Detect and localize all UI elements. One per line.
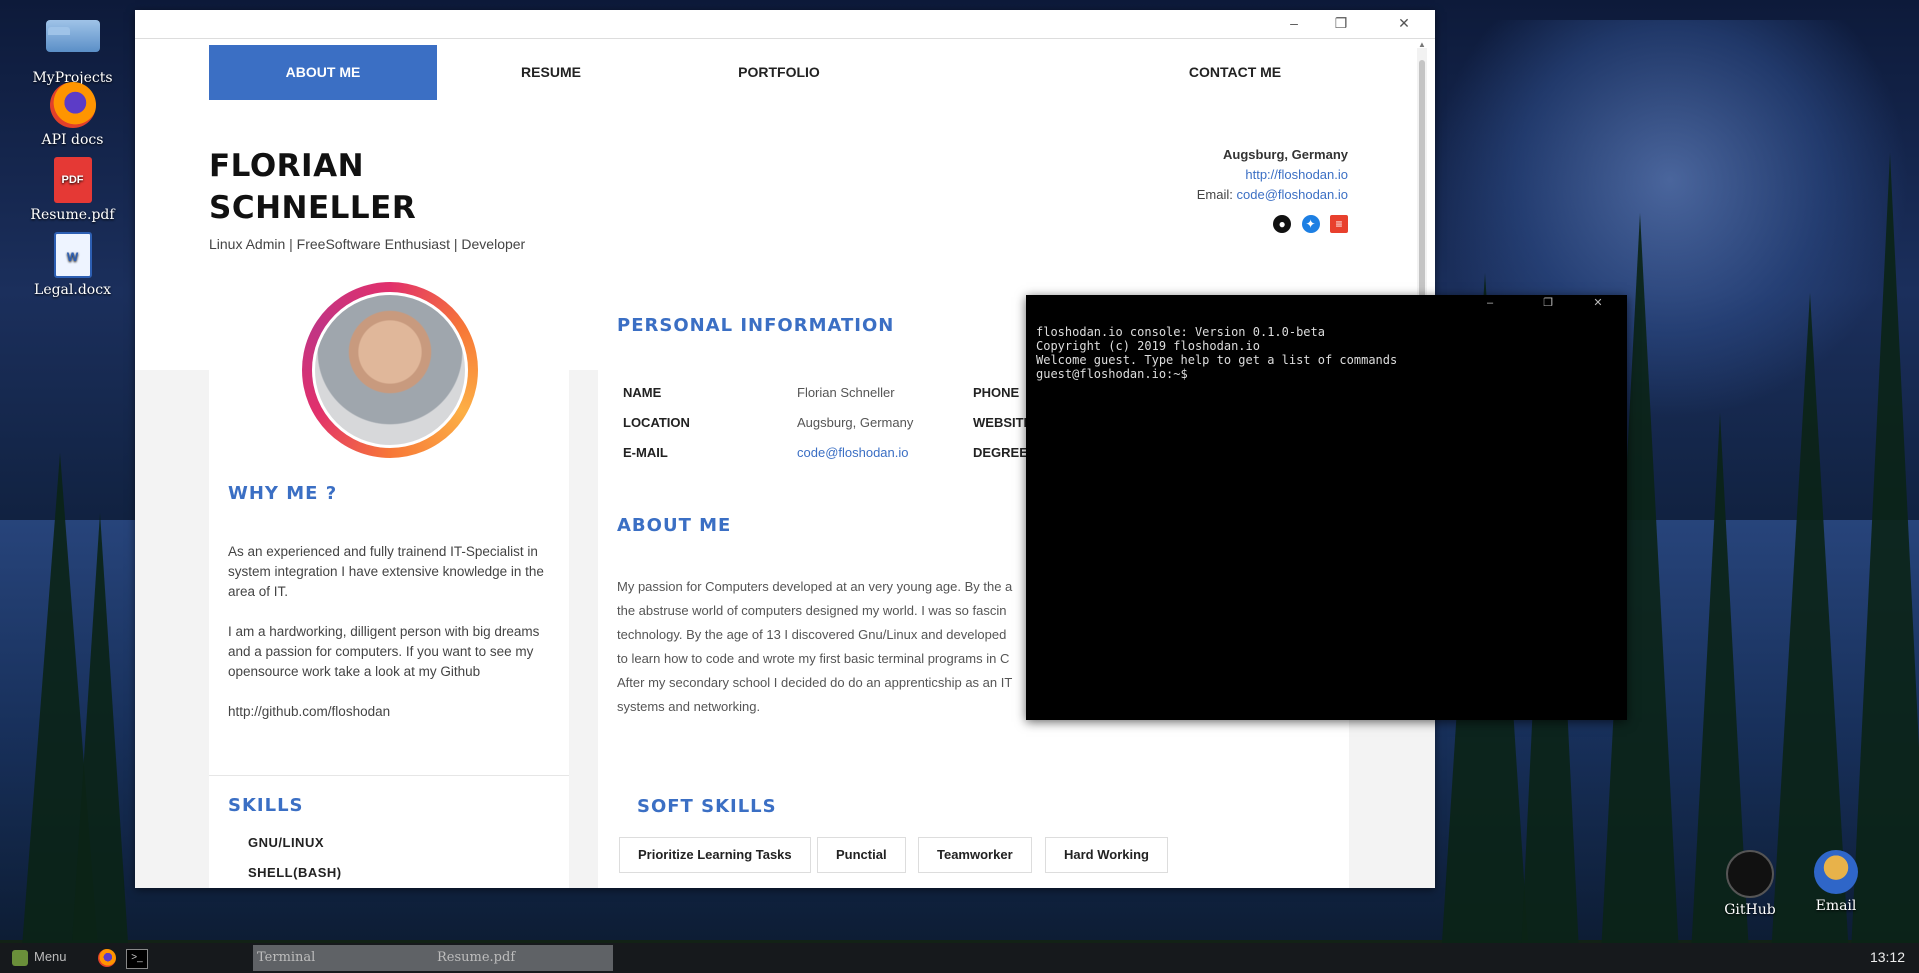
contact-website-link[interactable]: http://floshodan.io: [1245, 167, 1348, 182]
menu-icon: [12, 949, 28, 966]
taskbar: Menu >_ Terminal Resume.pdf 13:12: [0, 943, 1919, 973]
nav-portfolio[interactable]: PORTFOLIO: [665, 45, 893, 100]
info-name-value: Florian Schneller: [797, 385, 895, 400]
about-line: to learn how to code and wrote my first …: [617, 651, 1010, 666]
desktop-icon-label: GitHub: [1724, 902, 1776, 918]
desktop-icon-label: API docs: [41, 132, 104, 148]
terminal-line: Welcome guest. Type help to get a list o…: [1036, 353, 1398, 367]
window-titlebar[interactable]: – ❐ ✕: [135, 10, 1435, 39]
about-line: technology. By the age of 13 I discovere…: [617, 627, 1007, 642]
nav-about-me[interactable]: ABOUT ME: [209, 45, 437, 100]
close-icon[interactable]: ✕: [1589, 295, 1607, 311]
github-url-text[interactable]: http://github.com/floshodan: [228, 702, 548, 722]
desktop-icon-legal-docx[interactable]: W Legal.docx: [20, 232, 125, 298]
why-paragraph: As an experienced and fully trainend IT-…: [228, 544, 544, 599]
profile-name: FLORIAN SCHNELLER: [209, 145, 416, 229]
info-phone-label: PHONE: [973, 385, 1020, 400]
restore-icon[interactable]: ❐: [1539, 295, 1557, 311]
about-me-title: ABOUT ME: [617, 515, 732, 536]
taskbar-item-resume[interactable]: Resume.pdf: [433, 945, 613, 971]
name-first: FLORIAN: [209, 148, 365, 184]
desktop-icon-label: Resume.pdf: [30, 207, 115, 223]
firefox-icon[interactable]: [98, 949, 116, 967]
about-line: My passion for Computers developed at an…: [617, 579, 1013, 594]
avatar: [302, 282, 478, 458]
scroll-up-arrow-icon[interactable]: ▲: [1417, 40, 1427, 49]
terminal-output[interactable]: floshodan.io console: Version 0.1.0-beta…: [1026, 311, 1627, 395]
menu-button[interactable]: Menu: [12, 949, 67, 966]
contact-email-link[interactable]: code@floshodan.io: [1237, 187, 1349, 202]
desktop-icon-resume-pdf[interactable]: PDF Resume.pdf: [20, 157, 125, 223]
pdf-icon: PDF: [46, 157, 100, 203]
minimize-icon[interactable]: –: [1283, 12, 1305, 34]
soft-skill-chip[interactable]: Teamworker: [918, 837, 1032, 873]
info-email-link[interactable]: code@floshodan.io: [797, 445, 909, 460]
why-paragraph: I am a hardworking, dilligent person wit…: [228, 624, 540, 679]
main-nav: ABOUT ME RESUME PORTFOLIO CONTACT ME: [209, 45, 1349, 100]
skill-item: SHELL(BASH): [248, 865, 342, 880]
personal-info-title: PERSONAL INFORMATION: [617, 315, 895, 336]
desktop-icon-github[interactable]: GitHub: [1715, 850, 1785, 918]
taskbar-item-terminal[interactable]: Terminal: [253, 945, 433, 971]
info-website-label: WEBSITE: [973, 415, 1033, 430]
skill-item: GNU/LINUX: [248, 835, 324, 850]
menu-label: Menu: [34, 949, 67, 964]
social-links: ● ✦ ≡: [1267, 215, 1348, 237]
clock: 13:12: [1869, 949, 1905, 965]
desktop-icon-myprojects[interactable]: MyProjects: [20, 8, 125, 86]
restore-icon[interactable]: ❐: [1330, 12, 1352, 34]
profile-tagline: Linux Admin | FreeSoftware Enthusiast | …: [209, 236, 526, 252]
info-location-label: LOCATION: [623, 415, 690, 430]
about-me-text: My passion for Computers developed at an…: [617, 575, 1037, 719]
twitter-icon[interactable]: ✦: [1301, 215, 1320, 233]
desktop-icon-label: Legal.docx: [34, 282, 111, 298]
firefox-icon: [46, 82, 100, 128]
divider: [209, 775, 569, 776]
name-last: SCHNELLER: [209, 190, 417, 226]
terminal-icon[interactable]: >_: [126, 949, 148, 969]
github-icon[interactable]: ●: [1273, 215, 1292, 233]
nav-contact-me[interactable]: CONTACT ME: [1121, 45, 1349, 100]
github-icon: [1726, 850, 1774, 898]
about-line: systems and networking.: [617, 699, 761, 714]
info-degree-label: DEGREE: [973, 445, 1028, 460]
terminal-window[interactable]: – ❐ ✕ floshodan.io console: Version 0.1.…: [1026, 295, 1627, 720]
desktop-icon-label: Email: [1815, 898, 1857, 914]
about-line: the abstruse world of computers designed…: [617, 603, 1007, 618]
soft-skill-chip[interactable]: Hard Working: [1045, 837, 1168, 873]
info-email-label: E-MAIL: [623, 445, 668, 460]
desktop-icon-email[interactable]: Email: [1801, 850, 1871, 914]
stackoverflow-icon[interactable]: ≡: [1330, 215, 1348, 233]
why-me-text: As an experienced and fully trainend IT-…: [228, 542, 548, 742]
desktop-icon-api-docs[interactable]: API docs: [20, 82, 125, 148]
terminal-line: Copyright (c) 2019 floshodan.io: [1036, 339, 1260, 353]
terminal-line: floshodan.io console: Version 0.1.0-beta: [1036, 325, 1325, 339]
soft-skill-chip[interactable]: Prioritize Learning Tasks: [619, 837, 811, 873]
close-icon[interactable]: ✕: [1393, 12, 1415, 34]
minimize-icon[interactable]: –: [1481, 295, 1499, 311]
terminal-titlebar[interactable]: – ❐ ✕: [1026, 295, 1627, 311]
folder-icon: [45, 20, 100, 66]
terminal-prompt[interactable]: guest@floshodan.io:~$: [1036, 367, 1617, 381]
contact-email-label: Email:: [1196, 187, 1233, 202]
info-name-label: NAME: [623, 385, 662, 400]
contact-city: Augsburg, Germany: [1223, 147, 1348, 162]
contact-block: Augsburg, Germany http://floshodan.io Em…: [1197, 145, 1348, 205]
soft-skill-chip[interactable]: Punctial: [817, 837, 906, 873]
skills-title: SKILLS: [228, 795, 304, 816]
why-me-title: WHY ME ?: [228, 483, 338, 504]
soft-skills-title: SOFT SKILLS: [637, 796, 777, 817]
docx-icon: W: [46, 232, 100, 278]
email-icon: [1814, 850, 1858, 894]
profile-photo: [315, 295, 465, 445]
about-line: After my secondary school I decided do d…: [617, 675, 1013, 690]
info-location-value: Augsburg, Germany: [797, 415, 914, 430]
nav-resume[interactable]: RESUME: [437, 45, 665, 100]
